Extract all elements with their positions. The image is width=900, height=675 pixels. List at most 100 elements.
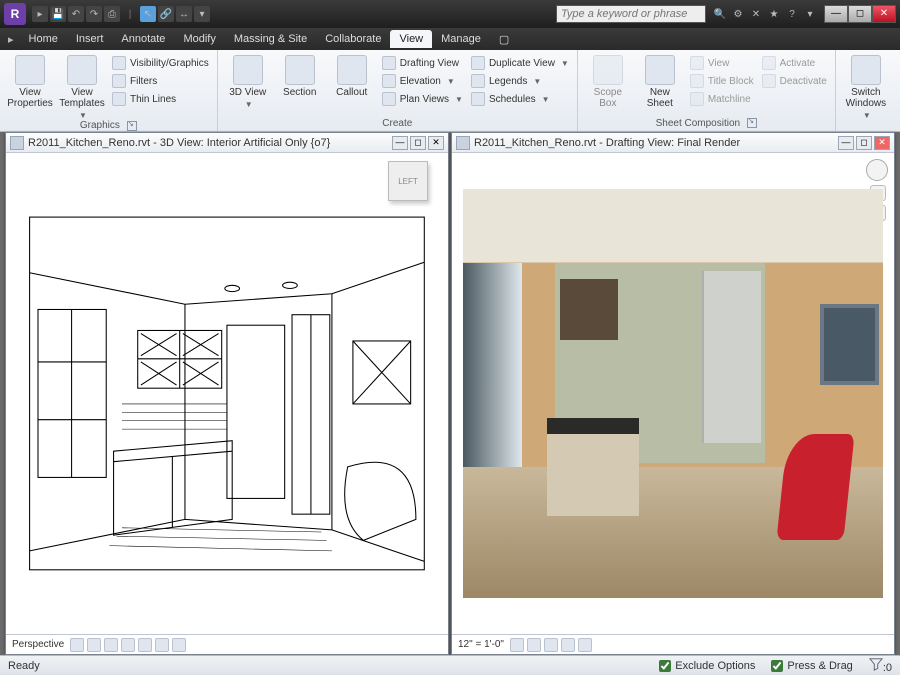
press-drag-checkbox[interactable]: Press & Drag (771, 660, 852, 672)
sun-path-icon[interactable] (104, 638, 118, 652)
section-icon (285, 55, 315, 85)
callout-icon (337, 55, 367, 85)
ribbon: View Properties View Templates▼ Visibili… (0, 50, 900, 132)
wireframe-drawing (17, 177, 437, 610)
maximize-button[interactable]: ◻ (848, 5, 872, 23)
tab-home[interactable]: Home (20, 30, 67, 48)
view-cube[interactable]: LEFT (388, 161, 428, 201)
drafting-view-icon (382, 56, 396, 70)
plan-views-button[interactable]: Plan Views▼ (380, 91, 465, 107)
thin-lines-button[interactable]: Thin Lines (110, 91, 211, 107)
close-button[interactable]: ✕ (872, 5, 896, 23)
qat-open-icon[interactable]: ▸ (32, 6, 48, 22)
tab-manage[interactable]: Manage (432, 30, 490, 48)
filters-button[interactable]: Filters (110, 73, 211, 89)
new-sheet-icon (645, 55, 675, 85)
view-scale-left[interactable]: Perspective (12, 639, 64, 650)
sheet-comp-launcher-icon[interactable] (747, 118, 757, 128)
thin-lines-icon (112, 92, 126, 106)
help-dropdown-icon[interactable]: ▾ (802, 6, 818, 22)
exchange-icon[interactable]: ✕ (748, 6, 764, 22)
sun-path-icon[interactable] (544, 638, 558, 652)
visual-style-icon[interactable] (527, 638, 541, 652)
comm-icon[interactable]: ⚙ (730, 6, 746, 22)
qat-redo-icon[interactable]: ↷ (86, 6, 102, 22)
view-scale-right[interactable]: 12" = 1'-0" (458, 639, 504, 650)
schedules-button[interactable]: Schedules▼ (469, 91, 571, 107)
hide-isolate-icon[interactable] (578, 638, 592, 652)
view-place-icon (690, 56, 704, 70)
scope-box-button: Scope Box (584, 52, 632, 109)
press-drag-input[interactable] (771, 660, 783, 672)
detail-level-icon[interactable] (70, 638, 84, 652)
pane-minimize-button[interactable]: — (838, 136, 854, 150)
ribbon-group-graphics: View Properties View Templates▼ Visibili… (0, 50, 218, 131)
callout-button[interactable]: Callout (328, 52, 376, 98)
view-properties-icon (15, 55, 45, 85)
pane-doc-icon (10, 136, 24, 150)
matchline-icon (690, 92, 704, 106)
elevation-button[interactable]: Elevation▼ (380, 73, 465, 89)
view-control-bar-left: Perspective (6, 634, 448, 654)
legends-button[interactable]: Legends▼ (469, 73, 571, 89)
pane-minimize-button[interactable]: — (392, 136, 408, 150)
qat-separator: | (122, 6, 138, 22)
pane-maximize-button[interactable]: ◻ (410, 136, 426, 150)
canvas-3d-view[interactable]: LEFT (6, 153, 448, 634)
tab-view[interactable]: View (390, 30, 432, 48)
new-sheet-button[interactable]: New Sheet (636, 52, 684, 109)
qat-measure-icon[interactable]: ↔ (176, 6, 192, 22)
tab-collaborate[interactable]: Collaborate (316, 30, 390, 48)
qat-save-icon[interactable]: 💾 (50, 6, 66, 22)
exclude-options-checkbox[interactable]: Exclude Options (659, 660, 755, 672)
qat-print-icon[interactable]: ⎙ (104, 6, 120, 22)
deactivate-button: Deactivate (760, 73, 829, 89)
detail-level-icon[interactable] (510, 638, 524, 652)
favorite-icon[interactable]: ★ (766, 6, 782, 22)
drafting-view-button[interactable]: Drafting View (380, 55, 465, 71)
canvas-render-view[interactable] (452, 153, 894, 634)
tab-massing-site[interactable]: Massing & Site (225, 30, 316, 48)
graphics-launcher-icon[interactable] (127, 121, 137, 131)
search-icon[interactable]: 🔍 (712, 6, 728, 22)
tab-addins[interactable]: ▢ (490, 30, 518, 49)
filter-control[interactable]: :0 (869, 657, 892, 674)
section-button[interactable]: Section (276, 52, 324, 98)
shadows-icon[interactable] (121, 638, 135, 652)
pane-title-left: R2011_Kitchen_Reno.rvt - 3D View: Interi… (6, 133, 448, 153)
pane-title-text-left: R2011_Kitchen_Reno.rvt - 3D View: Interi… (28, 137, 330, 149)
qat-undo-icon[interactable]: ↶ (68, 6, 84, 22)
status-bar: Ready Exclude Options Press & Drag :0 (0, 655, 900, 675)
duplicate-view-button[interactable]: Duplicate View▼ (469, 55, 571, 71)
view-place-button: View (688, 55, 756, 71)
view-properties-button[interactable]: View Properties (6, 52, 54, 109)
ribbon-expand-icon[interactable]: ▸ (8, 33, 14, 46)
pane-doc-icon (456, 136, 470, 150)
tab-annotate[interactable]: Annotate (112, 30, 174, 48)
qat-pointer-icon[interactable]: ↖ (140, 6, 156, 22)
shadows-icon[interactable] (561, 638, 575, 652)
3d-view-icon (233, 55, 263, 85)
tab-insert[interactable]: Insert (67, 30, 113, 48)
qat-link-icon[interactable]: 🔗 (158, 6, 174, 22)
pane-close-button[interactable]: ✕ (874, 136, 890, 150)
visual-style-icon[interactable] (87, 638, 101, 652)
exclude-options-input[interactable] (659, 660, 671, 672)
pane-close-button[interactable]: ✕ (428, 136, 444, 150)
visibility-graphics-button[interactable]: Visibility/Graphics (110, 55, 211, 71)
nav-wheel-icon[interactable] (866, 159, 888, 181)
help-search-input[interactable] (556, 5, 706, 23)
crop-view-icon[interactable] (138, 638, 152, 652)
pane-maximize-button[interactable]: ◻ (856, 136, 872, 150)
pane-title-right: R2011_Kitchen_Reno.rvt - Drafting View: … (452, 133, 894, 153)
hide-isolate-icon[interactable] (172, 638, 186, 652)
qat-dropdown-icon[interactable]: ▾ (194, 6, 210, 22)
help-icon[interactable]: ? (784, 6, 800, 22)
crop-region-icon[interactable] (155, 638, 169, 652)
tab-modify[interactable]: Modify (174, 30, 224, 48)
app-menu-button[interactable]: R (4, 3, 26, 25)
3d-view-button[interactable]: 3D View▼ (224, 52, 272, 109)
minimize-button[interactable]: — (824, 5, 848, 23)
view-templates-button[interactable]: View Templates▼ (58, 52, 106, 120)
switch-windows-button[interactable]: Switch Windows▼ (842, 52, 890, 120)
